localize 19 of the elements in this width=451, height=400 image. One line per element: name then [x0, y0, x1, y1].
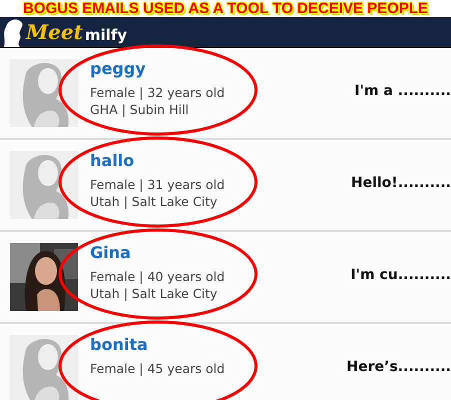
profile-name[interactable]: peggy [90, 59, 347, 78]
logo-script: Meet [26, 20, 83, 44]
message-teaser: Hello!.......... [351, 175, 451, 193]
message-teaser: I'm a .......... [354, 83, 451, 101]
profile-details: Female | 31 years old [90, 176, 226, 193]
logo-text: milfy [84, 26, 128, 44]
profile-name[interactable]: bonita [90, 335, 339, 354]
woman-head-icon [2, 17, 24, 47]
profile-location: GHA | Subin Hill [90, 101, 190, 118]
profile-details: Female | 45 years old [90, 360, 226, 377]
profile-name[interactable]: hallo [90, 151, 343, 170]
profile-name[interactable]: Gina [90, 243, 343, 262]
profile-location: Utah | Salt Lake City [90, 285, 218, 302]
profile-location: Utah | Salt Lake City [90, 193, 218, 210]
profile-details: Female | 40 years old [90, 268, 226, 285]
message-teaser: Here’s.......... [346, 359, 451, 377]
banner-title: BOGUS EMAILS USED AS A TOOL TO DECEIVE PEOPLE [22, 0, 428, 17]
message-teaser: I'm cu.......... [350, 267, 451, 285]
profile-details: Female | 32 years old [90, 84, 226, 101]
